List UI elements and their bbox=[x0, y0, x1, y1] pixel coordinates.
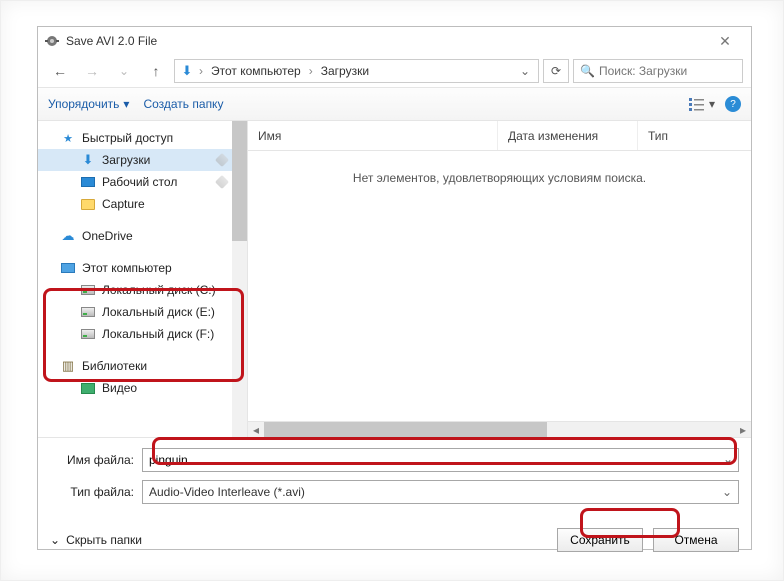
file-form: Имя файла: ⌄ Тип файла: Audio-Video Inte… bbox=[38, 438, 751, 520]
hide-folders-toggle[interactable]: ⌄ Скрыть папки bbox=[50, 533, 142, 547]
star-icon: ★ bbox=[60, 130, 76, 146]
dialog-footer: ⌄ Скрыть папки Сохранить Отмена bbox=[38, 520, 751, 564]
tree-downloads[interactable]: ⬇ Загрузки bbox=[38, 149, 247, 171]
breadcrumb-current[interactable]: Загрузки bbox=[317, 64, 373, 78]
new-folder-label: Создать папку bbox=[143, 97, 223, 111]
tree-label: Загрузки bbox=[102, 153, 150, 167]
dropdown-arrow-icon: ▾ bbox=[709, 97, 715, 111]
file-list-pane: Имя Дата изменения Тип Нет элементов, уд… bbox=[248, 121, 751, 437]
view-options-button[interactable]: ▾ bbox=[689, 97, 715, 111]
video-icon bbox=[80, 380, 96, 396]
hide-folders-label: Скрыть папки bbox=[66, 533, 142, 547]
toolbar: Упорядочить ▾ Создать папку ▾ ? bbox=[38, 87, 751, 121]
pc-icon bbox=[60, 260, 76, 276]
breadcrumb-root[interactable]: Этот компьютер bbox=[207, 64, 305, 78]
column-name[interactable]: Имя bbox=[248, 121, 498, 150]
tree-desktop[interactable]: Рабочий стол bbox=[38, 171, 247, 193]
close-icon: ✕ bbox=[719, 33, 731, 50]
filename-input[interactable] bbox=[142, 448, 739, 472]
horizontal-scrollbar[interactable]: ◂ ▸ bbox=[248, 421, 751, 437]
save-dialog: Save AVI 2.0 File ✕ ← → ⌄ ↑ ⬇ › Этот ком… bbox=[37, 26, 752, 550]
tree-this-pc[interactable]: Этот компьютер bbox=[38, 257, 247, 279]
organize-menu[interactable]: Упорядочить ▾ bbox=[48, 97, 129, 111]
tree-libraries[interactable]: ▥ Библиотеки bbox=[38, 355, 247, 377]
scroll-right-icon[interactable]: ▸ bbox=[735, 423, 751, 437]
arrow-right-icon: → bbox=[85, 63, 99, 79]
tree-label: Рабочий стол bbox=[102, 175, 177, 189]
drive-icon bbox=[80, 282, 96, 298]
view-list-icon bbox=[689, 97, 707, 111]
app-icon bbox=[44, 33, 60, 49]
breadcrumb-dropdown[interactable]: ⌄ bbox=[516, 64, 534, 78]
library-icon: ▥ bbox=[60, 358, 76, 374]
close-button[interactable]: ✕ bbox=[705, 27, 745, 55]
window-title: Save AVI 2.0 File bbox=[66, 34, 157, 48]
title-bar: Save AVI 2.0 File ✕ bbox=[38, 27, 751, 55]
save-button[interactable]: Сохранить bbox=[557, 528, 643, 552]
tree-label: Capture bbox=[102, 197, 145, 211]
search-input[interactable] bbox=[599, 64, 736, 78]
tree-label: Быстрый доступ bbox=[82, 131, 173, 145]
tree-drive-f[interactable]: Локальный диск (F:) bbox=[38, 323, 247, 345]
drive-icon bbox=[80, 304, 96, 320]
column-date[interactable]: Дата изменения bbox=[498, 121, 638, 150]
tree-quick-access[interactable]: ★ Быстрый доступ bbox=[38, 127, 247, 149]
filetype-label: Тип файла: bbox=[50, 485, 142, 499]
forward-button[interactable]: → bbox=[78, 59, 106, 83]
filetype-combo[interactable]: Audio-Video Interleave (*.avi) ⌄ bbox=[142, 480, 739, 504]
navigation-bar: ← → ⌄ ↑ ⬇ › Этот компьютер › Загрузки ⌄ … bbox=[38, 55, 751, 87]
chevron-down-icon: ⌄ bbox=[722, 485, 732, 499]
download-icon: ⬇ bbox=[80, 152, 96, 168]
column-headers: Имя Дата изменения Тип bbox=[248, 121, 751, 151]
tree-label: Локальный диск (C:) bbox=[102, 283, 216, 297]
dropdown-arrow-icon: ▾ bbox=[123, 97, 129, 111]
refresh-button[interactable]: ⟳ bbox=[543, 59, 569, 83]
desktop-icon bbox=[80, 174, 96, 190]
arrow-left-icon: ← bbox=[53, 63, 67, 79]
cloud-icon: ☁ bbox=[60, 228, 76, 244]
search-icon: 🔍 bbox=[580, 64, 595, 78]
scrollbar-thumb[interactable] bbox=[232, 121, 247, 241]
tree-label: Этот компьютер bbox=[82, 261, 172, 275]
tree-drive-c[interactable]: Локальный диск (C:) bbox=[38, 279, 247, 301]
arrow-up-icon: ↑ bbox=[153, 63, 160, 79]
tree-label: Видео bbox=[102, 381, 137, 395]
tree-label: Библиотеки bbox=[82, 359, 147, 373]
chevron-down-icon: ⌄ bbox=[50, 533, 60, 547]
search-box[interactable]: 🔍 bbox=[573, 59, 743, 83]
refresh-icon: ⟳ bbox=[551, 64, 561, 78]
cancel-button[interactable]: Отмена bbox=[653, 528, 739, 552]
tree-label: Локальный диск (E:) bbox=[102, 305, 215, 319]
help-button[interactable]: ? bbox=[725, 96, 741, 112]
drive-icon bbox=[80, 326, 96, 342]
scroll-track[interactable] bbox=[264, 422, 735, 437]
new-folder-button[interactable]: Создать папку bbox=[143, 97, 223, 111]
tree-drive-e[interactable]: Локальный диск (E:) bbox=[38, 301, 247, 323]
up-button[interactable]: ↑ bbox=[142, 59, 170, 83]
chevron-right-icon: › bbox=[307, 64, 315, 78]
recent-button[interactable]: ⌄ bbox=[110, 59, 138, 83]
tree-label: OneDrive bbox=[82, 229, 133, 243]
tree-onedrive[interactable]: ☁ OneDrive bbox=[38, 225, 247, 247]
organize-label: Упорядочить bbox=[48, 97, 119, 111]
column-type[interactable]: Тип bbox=[638, 121, 751, 150]
scroll-thumb[interactable] bbox=[264, 422, 547, 437]
tree-label: Локальный диск (F:) bbox=[102, 327, 214, 341]
tree-capture[interactable]: Capture bbox=[38, 193, 247, 215]
tree-videos[interactable]: Видео bbox=[38, 377, 247, 399]
breadcrumb[interactable]: ⬇ › Этот компьютер › Загрузки ⌄ bbox=[174, 59, 539, 83]
back-button[interactable]: ← bbox=[46, 59, 74, 83]
filename-label: Имя файла: bbox=[50, 453, 142, 467]
folder-icon bbox=[80, 196, 96, 212]
location-icon: ⬇ bbox=[179, 63, 195, 79]
empty-message: Нет элементов, удовлетворяющих условиям … bbox=[248, 151, 751, 421]
sidebar-scrollbar[interactable] bbox=[232, 121, 247, 437]
filename-dropdown[interactable]: ⌄ bbox=[723, 452, 733, 466]
navigation-tree: ★ Быстрый доступ ⬇ Загрузки Рабочий стол… bbox=[38, 121, 248, 437]
scroll-left-icon[interactable]: ◂ bbox=[248, 423, 264, 437]
filetype-value: Audio-Video Interleave (*.avi) bbox=[149, 485, 305, 499]
chevron-down-icon: ⌄ bbox=[119, 64, 129, 78]
chevron-right-icon: › bbox=[197, 64, 205, 78]
dialog-body: ★ Быстрый доступ ⬇ Загрузки Рабочий стол… bbox=[38, 121, 751, 437]
